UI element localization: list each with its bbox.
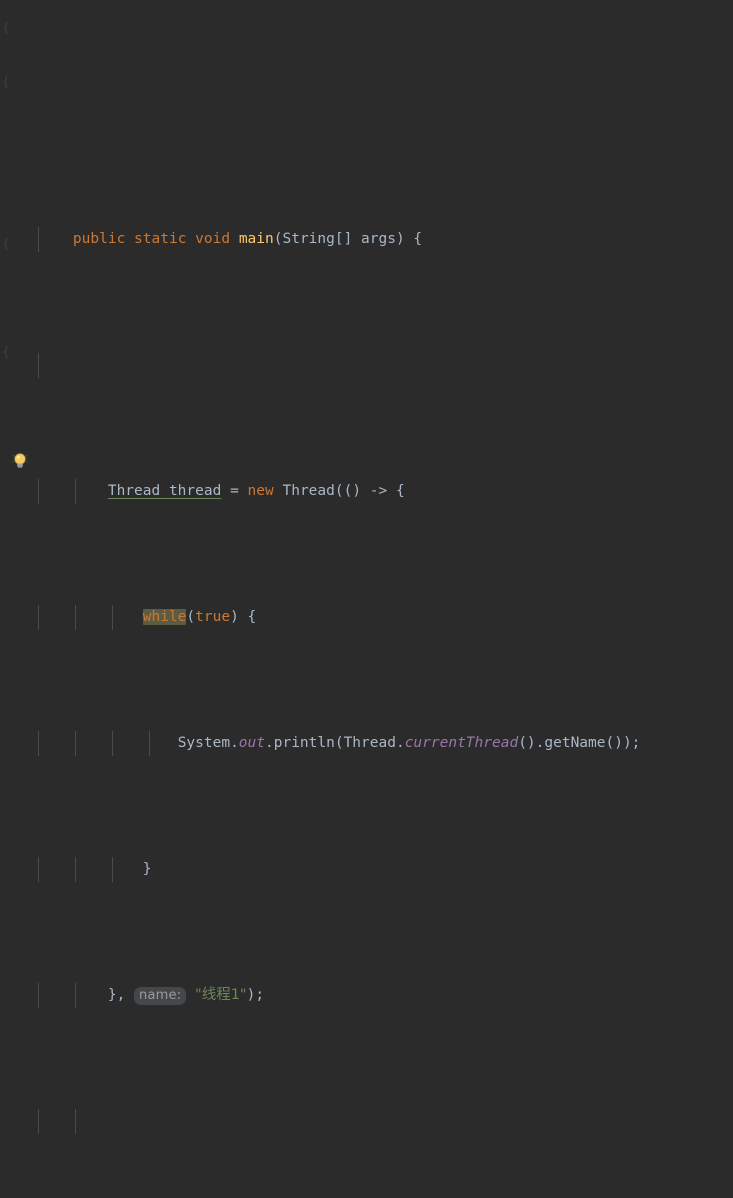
println-call: .println(Thread. xyxy=(265,734,405,751)
code-line-close-while[interactable]: } xyxy=(0,856,733,882)
code-editor[interactable]: { { { { public static void main(String[]… xyxy=(0,0,733,1134)
close-brace: } xyxy=(142,860,152,877)
keyword-while-highlighted: while xyxy=(142,608,187,625)
code-line xyxy=(0,1108,733,1134)
method-parameters: (String[] args) { xyxy=(273,230,423,247)
keyword-new: new xyxy=(247,482,274,499)
code-content[interactable]: public static void main(String[] args) {… xyxy=(0,0,733,1134)
code-line-thread-decl[interactable]: Thread thread = new Thread(() -> { xyxy=(0,478,733,504)
keyword-void: void xyxy=(195,230,231,247)
system-ref: System. xyxy=(177,734,239,751)
code-line-thread-name-1[interactable]: }, name: "线程1"); xyxy=(0,982,733,1008)
lambda-close: }, xyxy=(107,986,135,1003)
variable-declaration-thread: Thread thread xyxy=(107,482,222,499)
keyword-public: public xyxy=(72,230,126,247)
code-line xyxy=(0,352,733,378)
static-field-out: out xyxy=(238,734,265,751)
statement-end: ); xyxy=(246,986,265,1003)
while-close: ) { xyxy=(230,608,257,625)
assign-operator: = xyxy=(221,482,248,499)
getname-call: ().getName()); xyxy=(518,734,641,751)
string-literal-thread1: "线程1" xyxy=(195,986,247,1003)
method-name-main: main xyxy=(238,230,274,247)
keyword-static: static xyxy=(134,230,187,247)
static-method-currentthread: currentThread xyxy=(404,734,519,751)
open-paren: ( xyxy=(186,608,196,625)
keyword-true: true xyxy=(195,608,231,625)
parameter-hint-name[interactable]: name: xyxy=(134,986,187,1005)
code-line-signature[interactable]: public static void main(String[] args) { xyxy=(0,226,733,252)
code-line-while[interactable]: while(true) { xyxy=(0,604,733,630)
code-line-println[interactable]: System.out.println(Thread.currentThread(… xyxy=(0,730,733,756)
lambda-expression: Thread(() -> { xyxy=(273,482,405,499)
